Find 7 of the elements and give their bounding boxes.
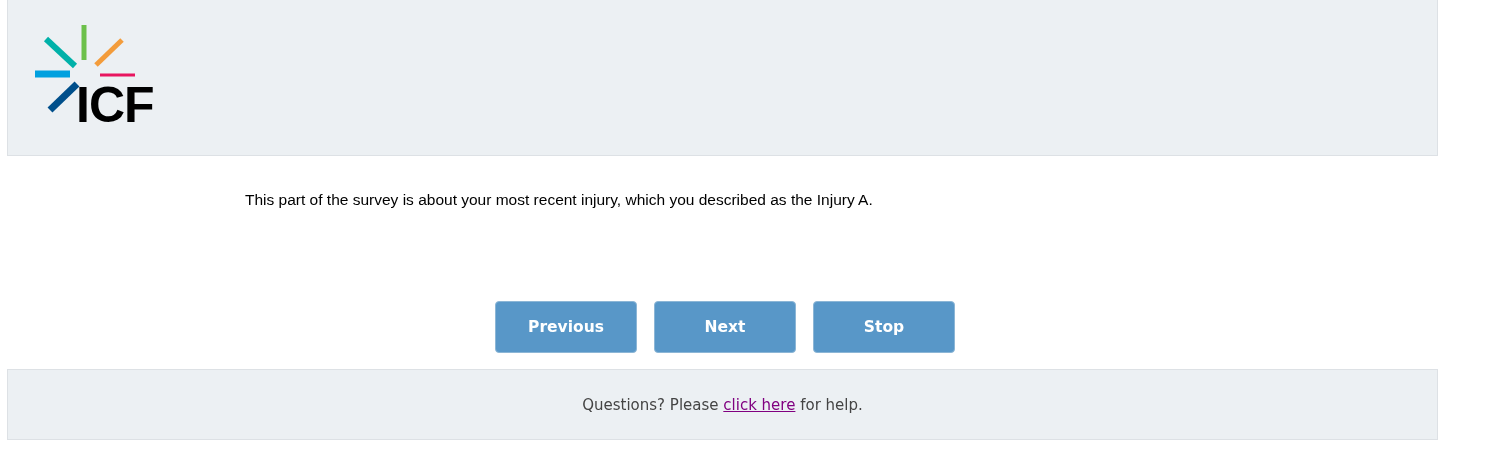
intro-text: This part of the survey is about your most recent injury, which you described as the Injury A. bbox=[245, 191, 874, 209]
nav-button[interactable]: Next bbox=[654, 301, 796, 353]
nav-button[interactable]: Previous bbox=[495, 301, 637, 353]
logo-text: ICF bbox=[76, 80, 154, 130]
help-link[interactable]: click here bbox=[723, 395, 796, 414]
help-text: Questions? Please click here for help. bbox=[582, 395, 863, 414]
nav-button[interactable]: Stop bbox=[813, 301, 955, 353]
